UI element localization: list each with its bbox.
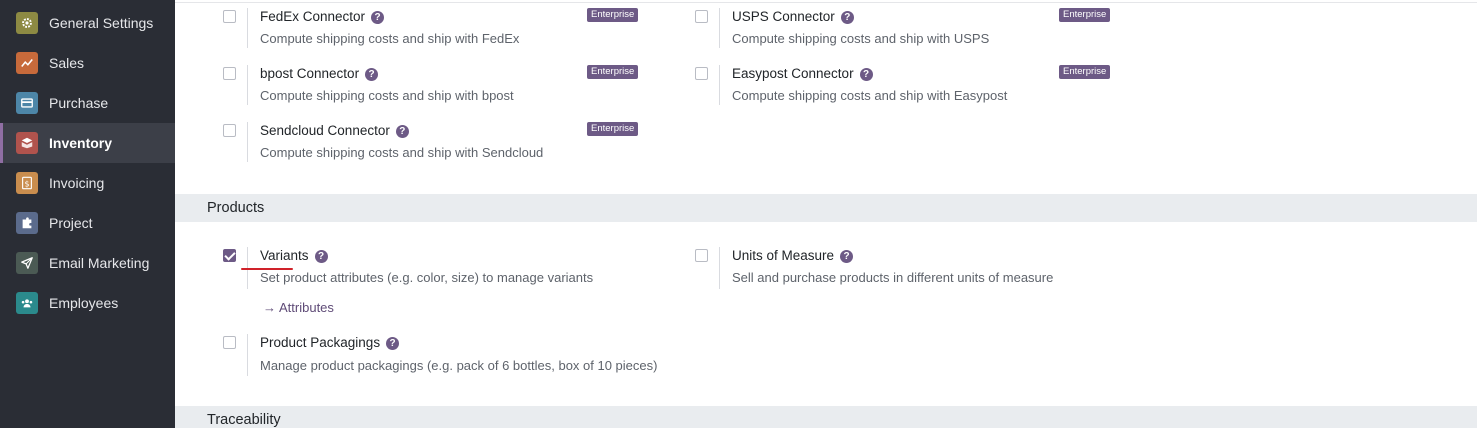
divider	[247, 65, 248, 105]
setting-description: Manage product packagings (e.g. pack of …	[260, 358, 658, 373]
sidebar-item-label: Employees	[49, 295, 119, 311]
gear-icon	[16, 12, 38, 34]
setting-title: Units of Measure?	[732, 248, 854, 263]
divider	[247, 334, 248, 376]
sidebar-item-general-settings[interactable]: General Settings	[0, 3, 175, 43]
help-icon[interactable]: ?	[840, 11, 854, 24]
app-root: General Settings Sales Purchase Inventor…	[0, 0, 1477, 428]
settings-content: FedEx Connector? Compute shipping costs …	[175, 0, 1477, 428]
usps-checkbox[interactable]	[695, 10, 708, 23]
divider	[247, 122, 248, 162]
sidebar-item-employees[interactable]: Employees	[0, 283, 175, 323]
paper-plane-icon	[16, 252, 38, 274]
fedex-checkbox[interactable]	[223, 10, 236, 23]
sidebar-item-email-marketing[interactable]: Email Marketing	[0, 243, 175, 283]
variants-checkbox[interactable]	[223, 249, 236, 262]
divider	[719, 65, 720, 105]
sidebar-item-label: Inventory	[49, 135, 113, 151]
dollar-icon: $	[16, 172, 38, 194]
sidebar-item-label: Invoicing	[49, 175, 105, 191]
sidebar-item-purchase[interactable]: Purchase	[0, 83, 175, 123]
arrow-right-icon: →	[263, 300, 276, 315]
sidebar-item-inventory[interactable]: Inventory	[0, 123, 175, 163]
section-title: Products	[207, 200, 265, 216]
setting-title: USPS Connector?	[732, 9, 854, 24]
enterprise-badge: Enterprise	[1059, 8, 1111, 22]
setting-title: Sendcloud Connector?	[260, 123, 409, 138]
section-header-products: Products	[175, 194, 1477, 222]
bpost-checkbox[interactable]	[223, 67, 236, 80]
sidebar-item-label: General Settings	[49, 15, 154, 31]
packagings-checkbox[interactable]	[223, 336, 236, 349]
divider	[719, 8, 720, 48]
enterprise-badge: Enterprise	[587, 65, 639, 79]
sidebar-item-label: Purchase	[49, 95, 109, 111]
help-icon[interactable]: ?	[840, 250, 854, 263]
help-icon[interactable]: ?	[859, 68, 873, 81]
uom-checkbox[interactable]	[695, 249, 708, 262]
sidebar-item-label: Project	[49, 215, 93, 231]
setting-title: Product Packagings?	[260, 335, 400, 350]
setting-title: Variants?	[260, 248, 328, 263]
box-icon	[16, 132, 38, 154]
help-icon[interactable]: ?	[386, 337, 400, 350]
section-title: Traceability	[207, 412, 281, 428]
help-icon[interactable]: ?	[365, 68, 379, 81]
help-icon[interactable]: ?	[371, 11, 385, 24]
setting-description: Compute shipping costs and ship with USP…	[732, 31, 990, 46]
people-icon	[16, 292, 38, 314]
chart-icon	[16, 52, 38, 74]
easypost-checkbox[interactable]	[695, 67, 708, 80]
setting-description: Compute shipping costs and ship with bpo…	[260, 88, 514, 103]
setting-description: Sell and purchase products in different …	[732, 270, 1054, 285]
card-icon	[16, 92, 38, 114]
setting-description: Compute shipping costs and ship with Eas…	[732, 88, 1008, 103]
divider	[175, 2, 1477, 3]
sidebar-item-sales[interactable]: Sales	[0, 43, 175, 83]
enterprise-badge: Enterprise	[587, 8, 639, 22]
section-header-traceability: Traceability	[175, 406, 1477, 428]
setting-description: Compute shipping costs and ship with Sen…	[260, 145, 544, 160]
settings-sidebar: General Settings Sales Purchase Inventor…	[0, 0, 175, 428]
help-icon[interactable]: ?	[395, 125, 409, 138]
setting-title: bpost Connector?	[260, 66, 379, 81]
sidebar-item-label: Email Marketing	[49, 255, 150, 271]
setting-title: Easypost Connector?	[732, 66, 873, 81]
sidebar-item-label: Sales	[49, 55, 85, 71]
divider	[247, 8, 248, 48]
setting-description: Compute shipping costs and ship with Fed…	[260, 31, 520, 46]
setting-title: FedEx Connector?	[260, 9, 385, 24]
help-icon[interactable]: ?	[314, 250, 328, 263]
divider	[719, 247, 720, 289]
sendcloud-checkbox[interactable]	[223, 124, 236, 137]
enterprise-badge: Enterprise	[1059, 65, 1111, 79]
enterprise-badge: Enterprise	[587, 122, 639, 136]
sidebar-item-project[interactable]: Project	[0, 203, 175, 243]
puzzle-icon	[16, 212, 38, 234]
svg-text:$: $	[24, 180, 29, 189]
attributes-link[interactable]: → Attributes	[263, 300, 334, 315]
setting-description: Set product attributes (e.g. color, size…	[260, 270, 594, 285]
sidebar-item-invoicing[interactable]: $ Invoicing	[0, 163, 175, 203]
